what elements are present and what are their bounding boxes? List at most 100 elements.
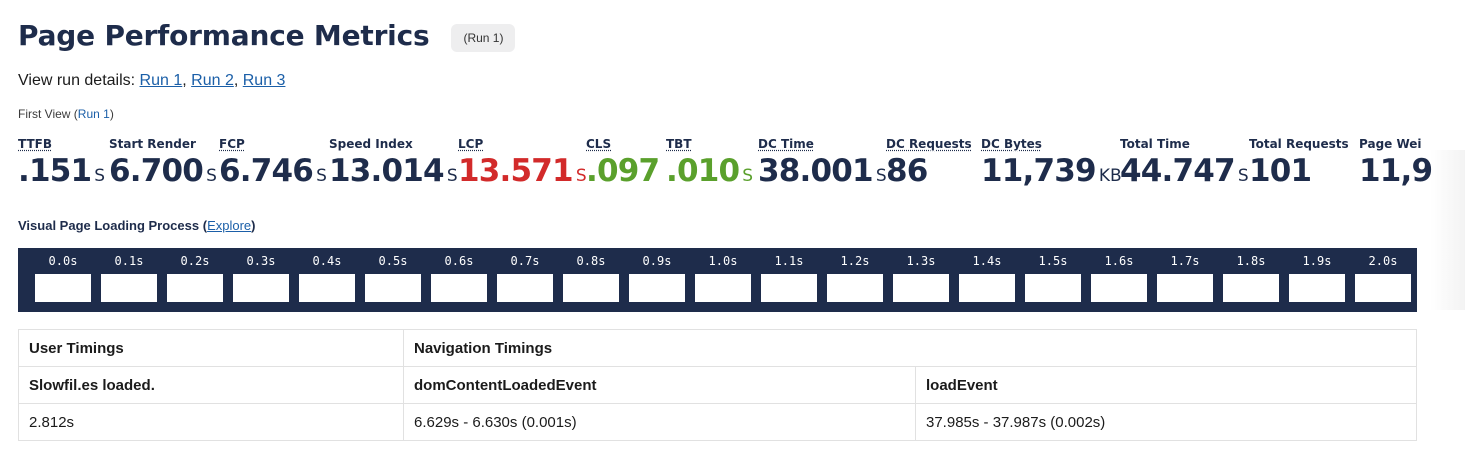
metric-value: 13.571 S <box>458 152 587 195</box>
frame-thumbnail[interactable] <box>365 274 421 302</box>
filmstrip-frame[interactable]: 1.3s <box>893 248 949 312</box>
metrics-row: TTFB .151 S Start Render 6.700 S FCP 6.746… <box>18 137 1433 197</box>
frame-thumbnail[interactable] <box>101 274 157 302</box>
metric-page-weight: Page Wei 11,9 <box>1359 137 1435 195</box>
navigation-timings-header: Navigation Timings <box>403 329 1417 367</box>
run-1-link[interactable]: Run 1 <box>140 72 183 89</box>
filmstrip-frame[interactable]: 2.0s <box>1355 248 1411 312</box>
metric-label[interactable]: DC Requests <box>886 137 972 152</box>
filmstrip-frame[interactable]: 1.6s <box>1091 248 1147 312</box>
filmstrip-frame[interactable]: 0.4s <box>299 248 355 312</box>
metric-value: 101 <box>1249 152 1349 195</box>
run-badge: (Run 1) <box>451 24 516 52</box>
metric-unit: S <box>575 166 587 186</box>
first-view-run-link[interactable]: Run 1 <box>78 107 110 121</box>
metric-label[interactable]: TTFB <box>18 137 105 152</box>
filmstrip-frame[interactable]: 0.9s <box>629 248 685 312</box>
metric-label[interactable]: DC Time <box>758 137 887 152</box>
metric-label[interactable]: LCP <box>458 137 587 152</box>
metric-total-requests: Total Requests 101 <box>1249 137 1349 195</box>
metric-lcp: LCP 13.571 S <box>458 137 587 195</box>
metric-value: .151 S <box>18 152 105 195</box>
metric-number: 11,9 <box>1359 153 1433 189</box>
frame-thumbnail[interactable] <box>563 274 619 302</box>
metric-unit: S <box>1237 166 1249 186</box>
metric-value: .097 <box>586 152 662 195</box>
frame-thumbnail[interactable] <box>1157 274 1213 302</box>
filmstrip-frame[interactable]: 1.5s <box>1025 248 1081 312</box>
metric-number: .097 <box>586 153 660 189</box>
filmstrip-frame[interactable]: 1.0s <box>695 248 751 312</box>
frame-thumbnail[interactable] <box>959 274 1015 302</box>
title-row: Page Performance Metrics (Run 1) <box>18 18 516 52</box>
frame-time-label: 1.6s <box>1104 254 1134 268</box>
metric-value: 38.001 S <box>758 152 887 195</box>
metric-unit: S <box>316 166 327 186</box>
explore-close: ) <box>251 218 256 233</box>
frame-time-label: 1.4s <box>972 254 1002 268</box>
frame-thumbnail[interactable] <box>299 274 355 302</box>
frame-time-label: 0.2s <box>180 254 210 268</box>
frame-thumbnail[interactable] <box>431 274 487 302</box>
metric-number: 44.747 <box>1120 153 1236 189</box>
filmstrip-frame[interactable]: 0.7s <box>497 248 553 312</box>
filmstrip-frame[interactable]: 0.1s <box>101 248 157 312</box>
frame-thumbnail[interactable] <box>629 274 685 302</box>
filmstrip-frame[interactable]: 0.2s <box>167 248 223 312</box>
metric-dc-time: DC Time 38.001 S <box>758 137 887 195</box>
metric-ttfb: TTFB .151 S <box>18 137 105 195</box>
filmstrip-frame[interactable]: 1.8s <box>1223 248 1279 312</box>
metric-label[interactable]: TBT <box>666 137 753 152</box>
frame-thumbnail[interactable] <box>893 274 949 302</box>
metric-value: 6.700 S <box>109 152 217 195</box>
frame-thumbnail[interactable] <box>1091 274 1147 302</box>
metric-value: 86 <box>886 152 972 195</box>
filmstrip-frame[interactable]: 1.4s <box>959 248 1015 312</box>
filmstrip-frame[interactable]: 0.8s <box>563 248 619 312</box>
timing-name: Slowfil.es loaded. <box>18 366 404 404</box>
filmstrip-frame[interactable]: 0.5s <box>365 248 421 312</box>
filmstrip-frame[interactable]: 0.6s <box>431 248 487 312</box>
frame-thumbnail[interactable] <box>1025 274 1081 302</box>
metric-unit: S <box>94 166 106 186</box>
frame-thumbnail[interactable] <box>167 274 223 302</box>
metric-label[interactable]: FCP <box>219 137 327 152</box>
frame-time-label: 0.9s <box>642 254 672 268</box>
run-details-links: View run details: Run 1, Run 2, Run 3 <box>18 72 286 89</box>
metric-cls: CLS .097 <box>586 137 662 195</box>
frame-time-label: 0.0s <box>48 254 78 268</box>
first-view-suffix: ) <box>109 107 114 121</box>
frame-thumbnail[interactable] <box>233 274 289 302</box>
frame-thumbnail[interactable] <box>827 274 883 302</box>
frame-thumbnail[interactable] <box>497 274 553 302</box>
frame-thumbnail[interactable] <box>1289 274 1345 302</box>
filmstrip-frame[interactable]: 1.1s <box>761 248 817 312</box>
filmstrip-frame[interactable]: 1.7s <box>1157 248 1213 312</box>
explore-link[interactable]: Explore <box>207 218 251 233</box>
timing-value: 2.812s <box>18 403 404 441</box>
metric-value: 6.746 S <box>219 152 327 195</box>
frame-thumbnail[interactable] <box>761 274 817 302</box>
frame-thumbnail[interactable] <box>695 274 751 302</box>
frame-time-label: 0.3s <box>246 254 276 268</box>
run-3-link[interactable]: Run 3 <box>243 72 286 89</box>
timings-column-row: Slowfil.es loaded. domContentLoadedEvent… <box>18 366 1417 404</box>
run-details-label: View run details: <box>18 72 140 89</box>
filmstrip-frame[interactable]: 0.3s <box>233 248 289 312</box>
metric-value: 13.014 S <box>329 152 458 195</box>
metric-number: 11,739 <box>981 153 1097 189</box>
frame-thumbnail[interactable] <box>1223 274 1279 302</box>
frame-thumbnail[interactable] <box>1355 274 1411 302</box>
metric-label[interactable]: DC Bytes <box>981 137 1122 152</box>
filmstrip-frame[interactable]: 0.0s <box>35 248 91 312</box>
metric-number: 13.014 <box>329 153 445 189</box>
filmstrip-frame[interactable]: 1.9s <box>1289 248 1345 312</box>
metric-label[interactable]: CLS <box>586 137 662 152</box>
metric-unit: KB <box>1098 166 1122 186</box>
frame-time-label: 1.2s <box>840 254 870 268</box>
frame-thumbnail[interactable] <box>35 274 91 302</box>
run-2-link[interactable]: Run 2 <box>191 72 234 89</box>
metric-label: Page Wei <box>1359 137 1422 151</box>
filmstrip-frame[interactable]: 1.2s <box>827 248 883 312</box>
timing-value: 6.629s - 6.630s (0.001s) <box>403 403 916 441</box>
